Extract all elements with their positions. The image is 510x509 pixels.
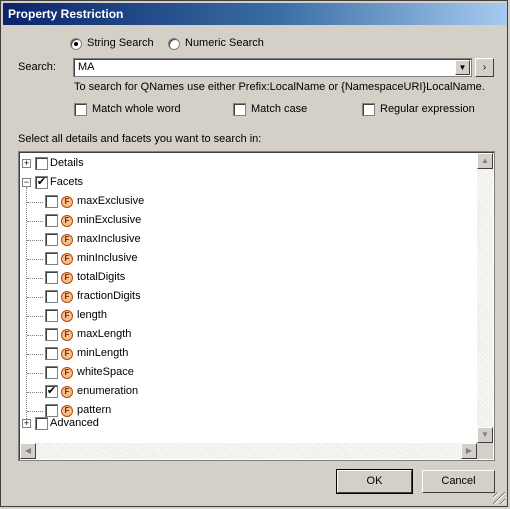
- search-input-value[interactable]: MA: [78, 61, 95, 73]
- tree-item-facet[interactable]: FmaxExclusive: [19, 192, 476, 211]
- tree-horizontal-scrollbar[interactable]: ◀ ▶: [20, 443, 477, 459]
- match-case-checkbox[interactable]: [233, 103, 246, 116]
- tree-item-facet[interactable]: FminInclusive: [19, 249, 476, 268]
- tree-connector: [27, 240, 43, 241]
- facet-checkbox[interactable]: [45, 271, 58, 284]
- facet-icon: F: [61, 272, 73, 284]
- match-whole-word-label[interactable]: Match whole word: [92, 103, 181, 115]
- cancel-button[interactable]: Cancel: [422, 470, 495, 493]
- string-search-radio[interactable]: [70, 38, 82, 50]
- dialog-title: Property Restriction: [3, 3, 507, 25]
- tree-connector: [27, 278, 43, 279]
- facet-icon: F: [61, 291, 73, 303]
- tree-item-facets[interactable]: − ✔ Facets: [19, 173, 476, 192]
- search-label: Search:: [18, 61, 56, 73]
- scroll-up-icon[interactable]: ▲: [477, 153, 493, 169]
- tree-item-facet[interactable]: Flength: [19, 306, 476, 325]
- search-hint: To search for QNames use either Prefix:L…: [74, 81, 485, 93]
- scroll-down-icon[interactable]: ▼: [477, 427, 493, 443]
- tree-item-facet[interactable]: FmaxInclusive: [19, 230, 476, 249]
- facet-label[interactable]: minLength: [77, 347, 128, 359]
- details-checkbox[interactable]: [35, 157, 48, 170]
- resize-grip-icon[interactable]: [493, 492, 505, 504]
- search-input[interactable]: MA ▼: [73, 58, 472, 77]
- facet-icon: F: [61, 386, 73, 398]
- details-label[interactable]: Details: [50, 157, 84, 169]
- tree-connector: [27, 354, 43, 355]
- facet-icon: F: [61, 348, 73, 360]
- tree-connector: [27, 373, 43, 374]
- facets-label[interactable]: Facets: [50, 176, 83, 188]
- tree-item-advanced[interactable]: + Advanced: [19, 414, 476, 433]
- tree-connector: [27, 221, 43, 222]
- facet-icon: F: [61, 253, 73, 265]
- tree-connector: [27, 259, 43, 260]
- facet-checkbox[interactable]: [45, 233, 58, 246]
- tree-connector: [27, 202, 43, 203]
- tree-item-details[interactable]: + Details: [19, 154, 476, 173]
- facet-label[interactable]: whiteSpace: [77, 366, 134, 378]
- facet-icon: F: [61, 196, 73, 208]
- tree-item-facet[interactable]: FtotalDigits: [19, 268, 476, 287]
- facet-checkbox[interactable]: ✔: [45, 385, 58, 398]
- scroll-right-icon[interactable]: ▶: [461, 443, 477, 459]
- facet-checkbox[interactable]: [45, 214, 58, 227]
- property-restriction-dialog: Property Restriction String Search Numer…: [0, 0, 508, 507]
- facet-label[interactable]: minExclusive: [77, 214, 141, 226]
- facet-label[interactable]: enumeration: [77, 385, 138, 397]
- tree-item-facet[interactable]: FwhiteSpace: [19, 363, 476, 382]
- tree-connector: [27, 335, 43, 336]
- facet-label[interactable]: maxInclusive: [77, 233, 141, 245]
- numeric-search-label[interactable]: Numeric Search: [185, 37, 264, 49]
- facet-icon: F: [61, 367, 73, 379]
- scroll-left-icon[interactable]: ◀: [20, 443, 36, 459]
- facet-checkbox[interactable]: [45, 328, 58, 341]
- facet-label[interactable]: totalDigits: [77, 271, 125, 283]
- facet-checkbox[interactable]: [45, 347, 58, 360]
- regex-label[interactable]: Regular expression: [380, 103, 475, 115]
- expand-plus-icon[interactable]: +: [22, 419, 31, 428]
- match-case-label[interactable]: Match case: [251, 103, 307, 115]
- expand-plus-icon[interactable]: +: [22, 159, 31, 168]
- facet-label[interactable]: length: [77, 309, 107, 321]
- facet-checkbox[interactable]: [45, 195, 58, 208]
- tree-item-facet[interactable]: FfractionDigits: [19, 287, 476, 306]
- tree-item-facet[interactable]: ✔ Fenumeration: [19, 382, 476, 401]
- match-whole-word-checkbox[interactable]: [74, 103, 87, 116]
- facet-checkbox[interactable]: [45, 366, 58, 379]
- ok-button[interactable]: OK: [336, 469, 413, 494]
- tree-label: Select all details and facets you want t…: [18, 133, 262, 145]
- facet-checkbox[interactable]: [45, 309, 58, 322]
- advanced-checkbox[interactable]: [35, 417, 48, 430]
- facet-label[interactable]: minInclusive: [77, 252, 138, 264]
- collapse-minus-icon[interactable]: −: [22, 178, 31, 187]
- facet-checkbox[interactable]: [45, 252, 58, 265]
- tree-connector: [27, 392, 43, 393]
- facet-checkbox[interactable]: [45, 290, 58, 303]
- scrollbar-corner: [477, 443, 493, 459]
- tree-connector: [27, 297, 43, 298]
- facet-icon: F: [61, 310, 73, 322]
- advanced-label[interactable]: Advanced: [50, 417, 99, 429]
- facet-icon: F: [61, 215, 73, 227]
- string-search-label[interactable]: String Search: [87, 37, 154, 49]
- tree-connector: [27, 316, 43, 317]
- facets-checkbox[interactable]: ✔: [35, 176, 48, 189]
- tree-item-facet[interactable]: FminExclusive: [19, 211, 476, 230]
- facet-label[interactable]: fractionDigits: [77, 290, 141, 302]
- details-facets-tree[interactable]: + Details − ✔ Facets FmaxExclusive FminEx…: [18, 151, 495, 461]
- tree-item-facet[interactable]: FmaxLength: [19, 325, 476, 344]
- tree-item-facet[interactable]: FminLength: [19, 344, 476, 363]
- regex-checkbox[interactable]: [362, 103, 375, 116]
- tree-vertical-scrollbar[interactable]: ▲ ▼: [477, 153, 493, 443]
- facet-icon: F: [61, 234, 73, 246]
- facet-label[interactable]: maxExclusive: [77, 195, 144, 207]
- chevron-down-icon[interactable]: ▼: [455, 60, 470, 75]
- numeric-search-radio[interactable]: [168, 38, 180, 50]
- facet-label[interactable]: maxLength: [77, 328, 131, 340]
- facet-icon: F: [61, 329, 73, 341]
- tree-connector: [27, 411, 43, 412]
- start-search-button[interactable]: ›: [475, 58, 494, 77]
